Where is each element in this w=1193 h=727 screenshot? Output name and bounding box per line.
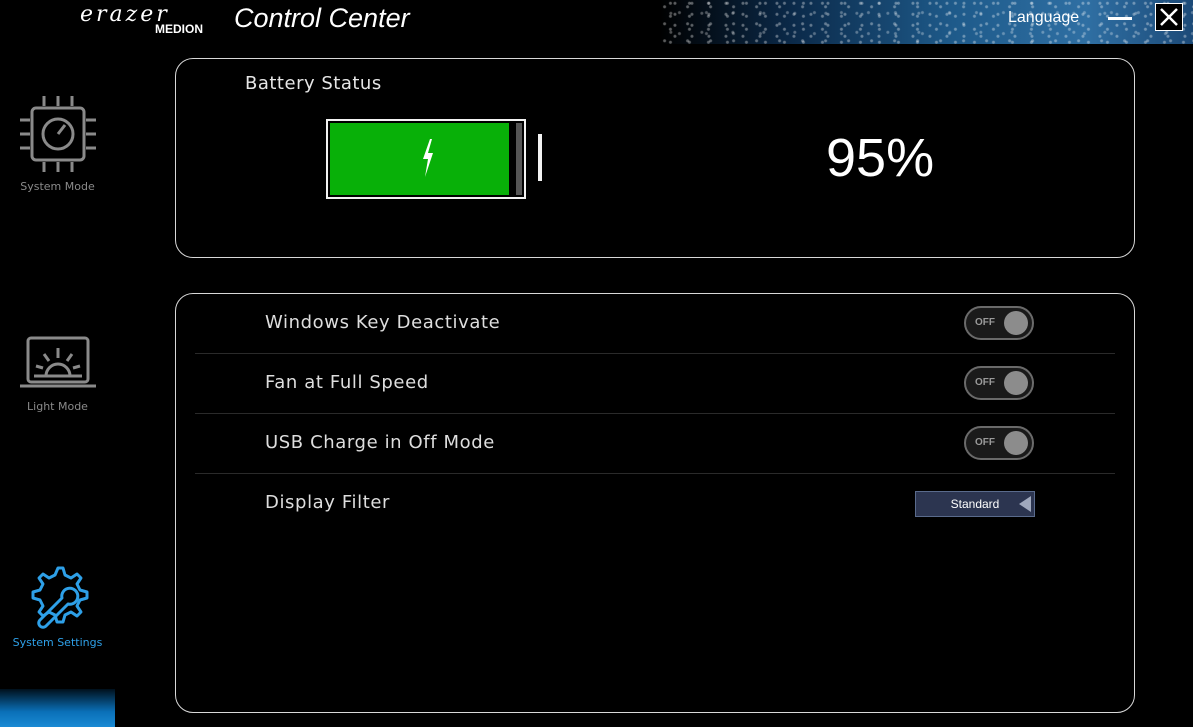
usb-charge-toggle[interactable]: OFF: [964, 426, 1034, 460]
close-icon: [1160, 8, 1178, 26]
battery-status-title: Battery Status: [245, 73, 382, 94]
cpu-gauge-icon: [19, 96, 96, 172]
setting-row-usb-charge: USB Charge in Off Mode OFF: [195, 414, 1115, 474]
close-button[interactable]: [1155, 3, 1183, 31]
setting-row-windows-key: Windows Key Deactivate OFF: [195, 294, 1115, 354]
sidebar-item-light-mode[interactable]: Light Mode: [0, 332, 115, 413]
setting-row-display-filter: Display Filter Standard: [195, 474, 1115, 534]
toggle-knob: [1004, 311, 1028, 335]
battery-percentage: 95%: [826, 128, 935, 188]
setting-label: Display Filter: [265, 492, 391, 513]
minimize-button[interactable]: [1104, 6, 1136, 30]
toggle-state-text: OFF: [975, 317, 995, 328]
dropdown-arrow-icon: [1019, 496, 1031, 512]
sidebar-item-system-mode[interactable]: System Mode: [0, 92, 115, 193]
laptop-sunrise-icon: [19, 336, 96, 388]
setting-label: USB Charge in Off Mode: [265, 432, 495, 453]
battery-status-panel: Battery Status 95%: [175, 58, 1135, 258]
windows-key-toggle[interactable]: OFF: [964, 306, 1034, 340]
sidebar-item-label: System Settings: [12, 636, 103, 649]
toggle-knob: [1004, 371, 1028, 395]
setting-label: Fan at Full Speed: [265, 372, 429, 393]
app-title: Control Center: [234, 3, 410, 33]
toggle-state-text: OFF: [975, 437, 995, 448]
fan-full-speed-toggle[interactable]: OFF: [964, 366, 1034, 400]
language-button[interactable]: Language: [1008, 9, 1079, 27]
setting-row-fan-speed: Fan at Full Speed OFF: [195, 354, 1115, 414]
toggle-state-text: OFF: [975, 377, 995, 388]
battery-fill: [330, 123, 509, 195]
battery-end-strip: [516, 123, 522, 195]
lightning-bolt-icon: [423, 139, 433, 177]
toggle-knob: [1004, 431, 1028, 455]
minimize-icon: [1108, 17, 1132, 20]
sidebar: System Mode Light Mode System Settings: [0, 44, 115, 727]
battery-tip: [538, 134, 542, 181]
gear-wrench-icon: [31, 566, 88, 629]
sidebar-active-highlight: [0, 689, 115, 727]
dropdown-value: Standard: [950, 497, 1000, 511]
setting-label: Windows Key Deactivate: [265, 312, 501, 333]
sidebar-item-label: Light Mode: [27, 400, 88, 413]
sidebar-item-label: System Mode: [20, 180, 95, 193]
title-bar: erazer MEDION Control Center Language: [0, 0, 1193, 44]
brand-logo-medion: MEDION: [155, 22, 203, 36]
sidebar-item-system-settings[interactable]: System Settings: [0, 562, 115, 649]
system-settings-panel: Windows Key Deactivate OFF Fan at Full S…: [175, 293, 1135, 713]
battery-gauge: [326, 119, 526, 199]
display-filter-dropdown[interactable]: Standard: [915, 491, 1035, 517]
